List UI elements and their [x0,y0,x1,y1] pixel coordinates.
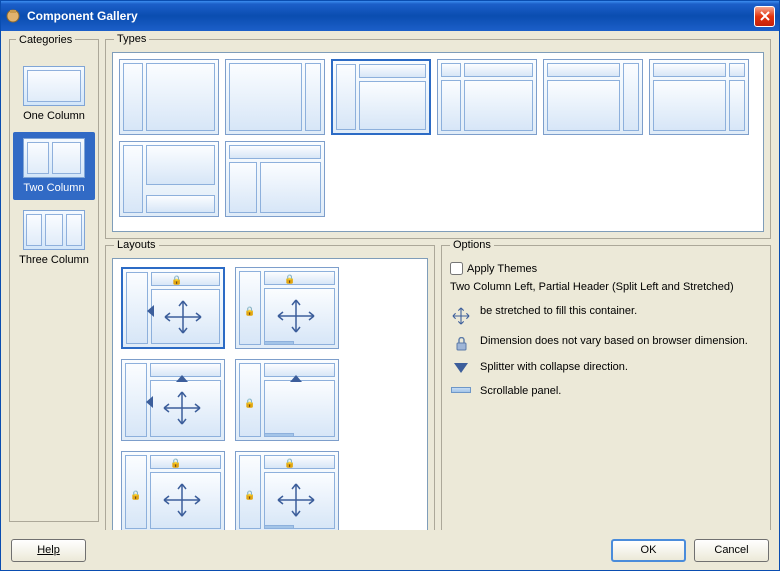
close-icon [760,11,770,21]
stretch-icon [276,298,316,334]
options-fieldset: Options Apply Themes Two Column Left, Pa… [441,245,771,530]
lock-icon [450,335,472,351]
help-button[interactable]: Help [11,539,86,562]
splitter-icon [146,396,153,408]
stretch-icon [163,299,203,335]
titlebar: Component Gallery [1,1,779,31]
lower-pane: Layouts 🔒 [105,245,771,530]
category-thumb [23,210,85,250]
legend-scrollable-text: Scrollable panel. [480,385,762,399]
content-area: Categories One Column Two Column Three C… [1,31,779,530]
category-thumb [23,138,85,178]
splitter-icon [450,361,472,373]
lock-icon: 🔒 [284,458,295,469]
splitter-icon [290,375,302,382]
splitter-icon [176,375,188,382]
lock-icon: 🔒 [130,490,141,501]
stretch-icon [450,305,472,325]
layout-tile-0[interactable]: 🔒 [121,267,225,349]
apply-themes-input[interactable] [450,262,463,275]
type-tile-3[interactable] [437,59,537,135]
categories-panel: Categories One Column Two Column Three C… [9,39,99,522]
stretch-icon [276,482,316,518]
splitter-icon [147,305,154,317]
layout-tile-2[interactable] [121,359,225,441]
type-tile-4[interactable] [543,59,643,135]
cancel-button[interactable]: Cancel [694,539,769,562]
options-label: Options [450,239,494,251]
lock-icon: 🔒 [244,306,255,317]
scroll-indicator [264,525,294,529]
legend-splitter: Splitter with collapse direction. [450,361,762,375]
layout-tile-4[interactable]: 🔒 🔒 [121,451,225,530]
app-icon [5,8,21,24]
legend-splitter-text: Splitter with collapse direction. [480,361,762,375]
type-tile-1[interactable] [225,59,325,135]
legend-scrollable: Scrollable panel. [450,385,762,399]
lock-icon: 🔒 [244,490,255,501]
dialog-window: Component Gallery Categories One Column … [0,0,780,571]
category-label: Three Column [19,254,89,266]
right-pane: Types [105,39,771,522]
layout-tile-5[interactable]: 🔒 🔒 [235,451,339,530]
layout-description: Two Column Left, Partial Header (Split L… [450,281,762,295]
category-label: Two Column [23,182,84,194]
layouts-label: Layouts [114,239,159,251]
lock-icon: 🔒 [170,458,181,469]
categories-list: One Column Two Column Three Column [10,54,98,278]
type-tile-5[interactable] [649,59,749,135]
legend-lock-text: Dimension does not vary based on browser… [480,335,762,349]
type-tile-2[interactable] [331,59,431,135]
apply-themes-checkbox[interactable]: Apply Themes [450,262,762,275]
types-fieldset: Types [105,39,771,239]
layouts-fieldset: Layouts 🔒 [105,245,435,530]
apply-themes-label: Apply Themes [467,263,537,275]
dialog-footer: Help OK Cancel [1,530,779,570]
scroll-indicator [264,433,294,437]
category-label: One Column [23,110,85,122]
close-button[interactable] [754,6,775,27]
types-label: Types [114,33,149,45]
lock-icon: 🔒 [171,275,182,286]
layouts-grid[interactable]: 🔒 🔒 🔒 [112,258,428,530]
type-tile-7[interactable] [225,141,325,217]
types-grid[interactable] [112,52,764,232]
layout-tile-1[interactable]: 🔒 🔒 [235,267,339,349]
type-tile-0[interactable] [119,59,219,135]
category-thumb [23,66,85,106]
stretch-icon [162,482,202,518]
legend-stretch-text: be stretched to fill this container. [480,305,762,319]
type-tile-6[interactable] [119,141,219,217]
legend-lock: Dimension does not vary based on browser… [450,335,762,351]
category-three-column[interactable]: Three Column [13,204,95,272]
lock-icon: 🔒 [284,274,295,285]
scrollable-icon [450,385,472,393]
ok-button[interactable]: OK [611,539,686,562]
category-one-column[interactable]: One Column [13,60,95,128]
legend-stretch: be stretched to fill this container. [450,305,762,325]
stretch-icon [162,390,202,426]
window-title: Component Gallery [27,9,754,23]
layout-tile-3[interactable]: 🔒 [235,359,339,441]
scroll-indicator [264,341,294,345]
categories-label: Categories [16,34,75,46]
category-two-column[interactable]: Two Column [13,132,95,200]
options-body: Apply Themes Two Column Left, Partial He… [448,258,764,412]
lock-icon: 🔒 [244,398,255,409]
